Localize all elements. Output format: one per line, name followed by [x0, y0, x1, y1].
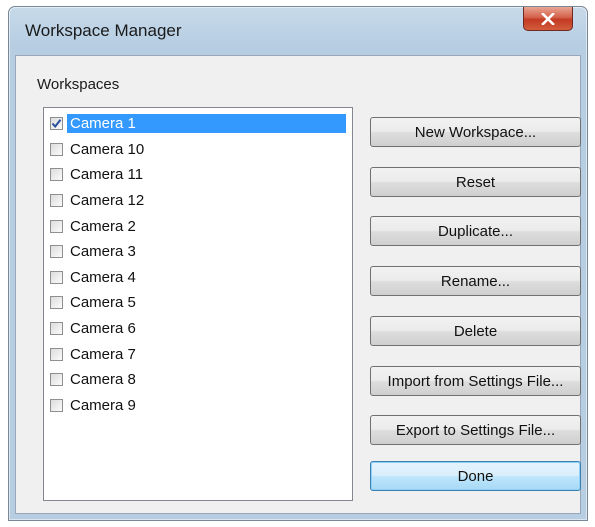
close-button[interactable]: [523, 7, 573, 31]
workspace-label: Camera 12: [70, 192, 145, 210]
workspace-label: Camera 9: [70, 396, 136, 414]
workspace-label: Camera 2: [70, 217, 136, 235]
workspace-label: Camera 6: [70, 320, 136, 338]
workspace-checkbox[interactable]: [50, 168, 63, 182]
workspace-label: Camera 1: [67, 114, 346, 134]
title-bar[interactable]: Workspace Manager: [9, 7, 587, 55]
workspace-checkbox[interactable]: [50, 398, 63, 412]
workspace-label: Camera 11: [70, 166, 144, 184]
workspace-checkbox[interactable]: [50, 219, 63, 233]
list-item[interactable]: Camera 1: [46, 111, 350, 137]
close-x-icon: [541, 12, 555, 25]
workspace-checkbox[interactable]: [50, 296, 63, 310]
workspace-checkbox[interactable]: [50, 322, 63, 336]
workspace-checkbox[interactable]: [50, 117, 63, 131]
workspace-label: Camera 4: [70, 268, 136, 286]
export-settings-button[interactable]: Export to Settings File...: [370, 415, 581, 445]
list-item[interactable]: Camera 4: [46, 265, 350, 291]
check-mark-icon: [51, 119, 62, 129]
list-item[interactable]: Camera 10: [46, 137, 350, 163]
rename-button[interactable]: Rename...: [370, 266, 581, 296]
reset-button[interactable]: Reset: [370, 167, 581, 197]
workspace-label: Camera 3: [70, 243, 136, 261]
workspace-list[interactable]: Camera 1 Camera 10 Camera 11 Camera 12 Camer…: [43, 107, 353, 501]
workspace-checkbox[interactable]: [50, 270, 63, 284]
list-item[interactable]: Camera 3: [46, 239, 350, 265]
workspaces-label: Workspaces: [37, 76, 120, 93]
list-item[interactable]: Camera 9: [46, 393, 350, 419]
delete-button[interactable]: Delete: [370, 316, 581, 346]
workspace-checkbox[interactable]: [50, 245, 63, 259]
workspace-label: Camera 10: [70, 140, 145, 158]
workspace-checkbox[interactable]: [50, 373, 63, 387]
list-item[interactable]: Camera 7: [46, 341, 350, 367]
workspace-checkbox[interactable]: [50, 194, 63, 208]
list-item[interactable]: Camera 6: [46, 316, 350, 342]
duplicate-button[interactable]: Duplicate...: [370, 216, 581, 246]
workspace-checkbox[interactable]: [50, 347, 63, 361]
workspace-label: Camera 5: [70, 294, 136, 312]
workspace-label: Camera 7: [70, 345, 136, 363]
list-item[interactable]: Camera 8: [46, 367, 350, 393]
done-button[interactable]: Done: [370, 461, 581, 491]
workspace-manager-dialog: Workspace Manager Workspaces Camera 1 Cam…: [8, 6, 588, 521]
list-item[interactable]: Camera 5: [46, 290, 350, 316]
workspace-checkbox[interactable]: [50, 142, 63, 156]
list-item[interactable]: Camera 11: [46, 162, 350, 188]
new-workspace-button[interactable]: New Workspace...: [370, 117, 581, 147]
import-settings-button[interactable]: Import from Settings File...: [370, 366, 581, 396]
list-item[interactable]: Camera 12: [46, 188, 350, 214]
dialog-body: Workspaces Camera 1 Camera 10 Camera 11 Cam…: [15, 55, 581, 514]
window-title: Workspace Manager: [25, 21, 182, 40]
list-item[interactable]: Camera 2: [46, 213, 350, 239]
workspace-label: Camera 8: [70, 371, 136, 389]
